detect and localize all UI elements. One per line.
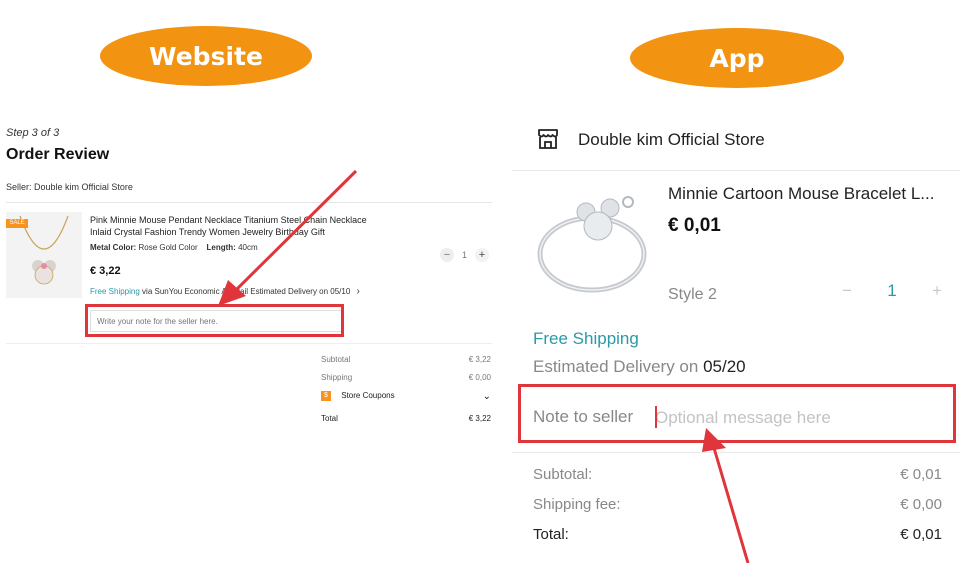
minus-icon: −: [443, 249, 451, 261]
product-price: € 0,01: [668, 215, 721, 236]
seller-name: Seller: Double kim Official Store: [6, 182, 133, 192]
length-label: Length:: [206, 243, 236, 252]
shipping-row: Shipping fee: € 0,00: [533, 496, 942, 513]
store-coupons-row[interactable]: $ Store Coupons ⌄: [321, 391, 491, 402]
product-price: € 3,22: [90, 265, 121, 277]
quantity-value: 1: [887, 281, 897, 300]
app-panel: Double kim Official Store Minnie Cartoon…: [512, 0, 960, 563]
eta-label: Estimated Delivery on: [533, 357, 699, 376]
divider: [512, 452, 960, 453]
product-attributes: Metal Color: Rose Gold Color Length: 40c…: [90, 243, 258, 252]
length-value: 40cm: [238, 243, 258, 252]
free-shipping-label: Free Shipping: [90, 287, 140, 296]
store-coupons-label: Store Coupons: [341, 391, 395, 401]
shipping-value: € 0,00: [900, 496, 942, 513]
plus-icon: +: [478, 249, 486, 261]
quantity-value: 1: [462, 250, 468, 260]
coupon-icon: $: [321, 391, 331, 401]
plus-icon[interactable]: +: [932, 281, 942, 301]
total-row: Total € 3,22: [321, 414, 491, 423]
minus-icon[interactable]: −: [842, 281, 852, 301]
subtotal-value: € 3,22: [468, 355, 491, 364]
total-label: Total:: [533, 526, 569, 543]
divider: [512, 170, 960, 171]
page-title: Order Review: [6, 146, 110, 163]
total-label: Total: [321, 414, 338, 423]
total-value: € 3,22: [468, 414, 491, 423]
divider: [6, 343, 492, 344]
chevron-down-icon[interactable]: ⌄: [483, 391, 491, 402]
product-variant: Style 2: [668, 286, 717, 303]
shipping-label: Shipping fee:: [533, 496, 621, 513]
metal-color-label: Metal Color:: [90, 243, 137, 252]
store-name[interactable]: Double kim Official Store: [578, 130, 765, 150]
total-row: Total: € 0,01: [533, 526, 942, 543]
quantity-stepper: − 1 +: [842, 281, 942, 301]
product-name[interactable]: Minnie Cartoon Mouse Bracelet L...: [668, 184, 948, 204]
sale-badge: SALE: [6, 219, 28, 228]
increase-button[interactable]: +: [475, 248, 490, 262]
metal-color-value: Rose Gold Color: [138, 243, 198, 252]
decrease-button[interactable]: −: [440, 248, 454, 262]
subtotal-label: Subtotal:: [533, 466, 593, 483]
step-indicator: Step 3 of 3: [6, 127, 60, 139]
quantity-stepper: − 1 +: [440, 248, 490, 262]
shipping-value: € 0,00: [468, 373, 491, 382]
subtotal-row: Subtotal € 3,22: [321, 355, 491, 364]
chevron-right-icon[interactable]: ›: [357, 286, 360, 297]
shipping-detail: via SunYou Economic Air Mail Estimated D…: [142, 287, 351, 296]
product-image[interactable]: [530, 184, 660, 304]
free-shipping-label: Free Shipping: [533, 329, 639, 348]
shipping-info[interactable]: Free Shipping via SunYou Economic Air Ma…: [90, 286, 360, 297]
highlight-box-website-note: [85, 304, 344, 337]
total-value: € 0,01: [900, 526, 942, 543]
eta-date: 05/20: [703, 357, 746, 376]
subtotal-label: Subtotal: [321, 355, 351, 364]
highlight-box-app-note: [518, 384, 956, 443]
shipping-row: Shipping € 0,00: [321, 373, 491, 382]
subtotal-value: € 0,01: [900, 466, 942, 483]
estimated-delivery: Estimated Delivery on 05/20: [533, 357, 746, 377]
shipping-label: Shipping: [321, 373, 353, 382]
divider: [6, 202, 492, 203]
website-panel: Step 3 of 3 Order Review Seller: Double …: [0, 0, 500, 563]
subtotal-row: Subtotal: € 0,01: [533, 466, 942, 483]
store-icon: [538, 129, 558, 149]
product-name[interactable]: Pink Minnie Mouse Pendant Necklace Titan…: [90, 214, 380, 238]
bracelet-image: [537, 196, 647, 293]
